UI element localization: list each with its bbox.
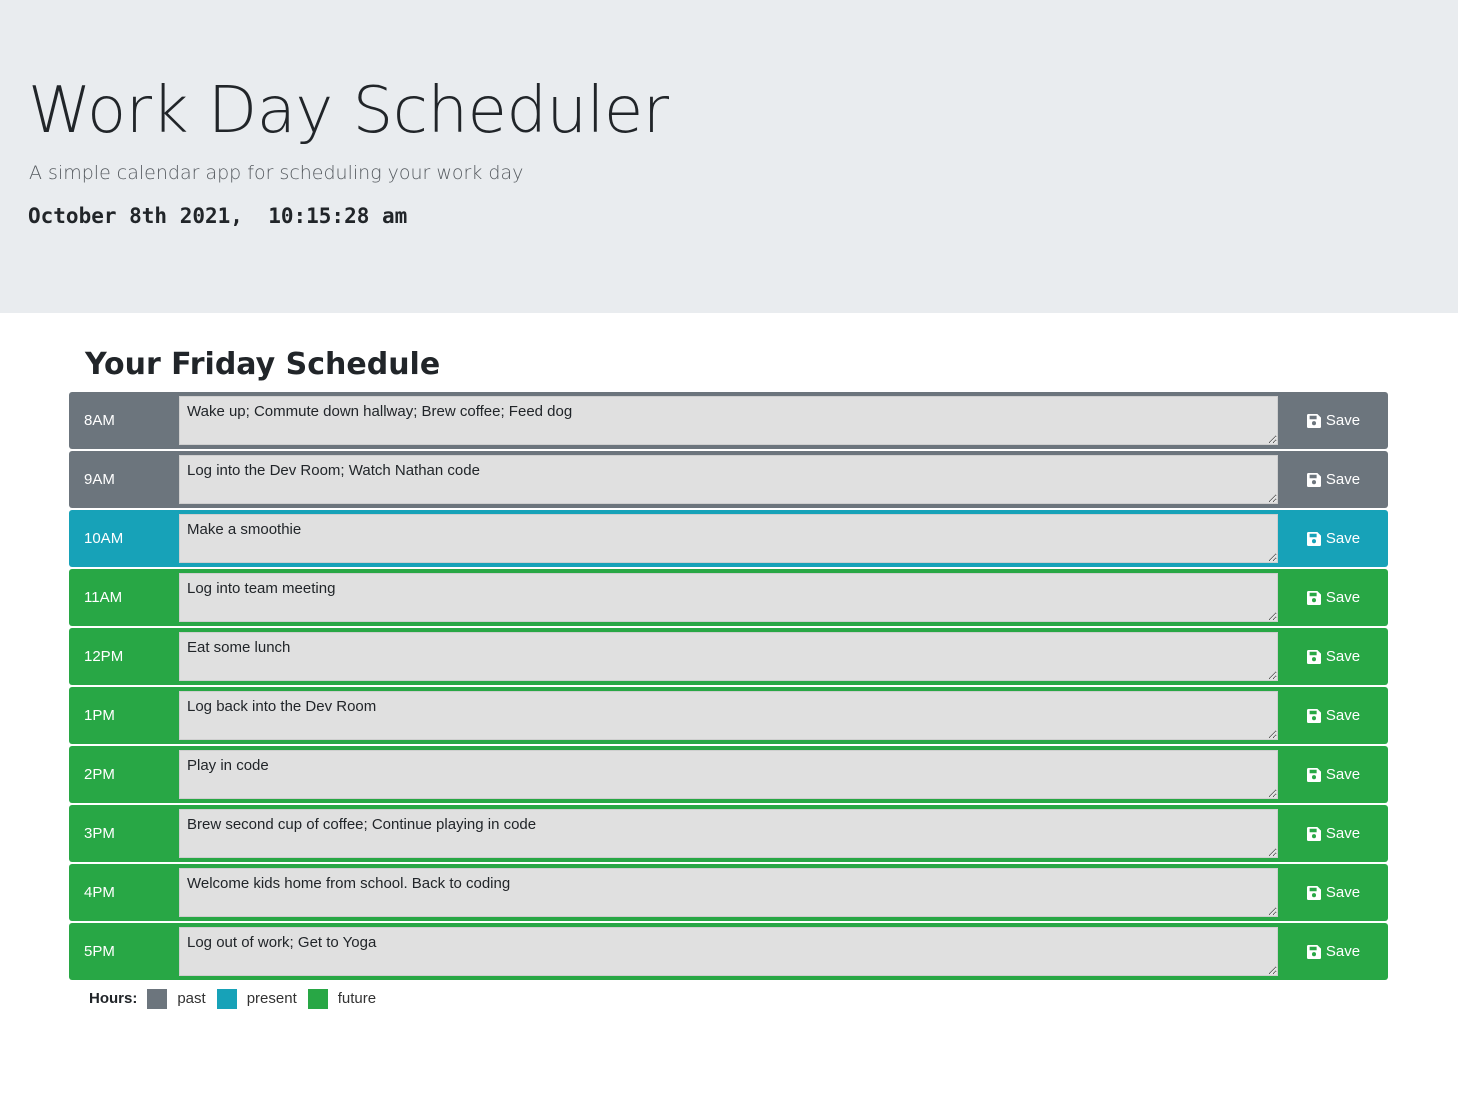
- legend-swatch-past: [147, 988, 168, 1009]
- save-button[interactable]: Save: [1279, 687, 1388, 744]
- save-button[interactable]: Save: [1279, 746, 1388, 803]
- time-block: 1PM Log back into the Dev Room Save: [69, 687, 1388, 744]
- hour-label: 2PM: [84, 766, 115, 783]
- save-button[interactable]: Save: [1279, 510, 1388, 567]
- hours-legend: Hours: past present future: [89, 988, 387, 1009]
- time-block: 9AM Log into the Dev Room; Watch Nathan c…: [69, 451, 1388, 508]
- description-textarea[interactable]: Log into the Dev Room; Watch Nathan code: [179, 455, 1278, 504]
- floppy-disk-icon: [1306, 413, 1321, 428]
- time-block: 5PM Log out of work; Get to Yoga Save: [69, 923, 1388, 980]
- time-block: 4PM Welcome kids home from school. Back t…: [69, 864, 1388, 921]
- header-jumbotron: Work Day Scheduler A simple calendar app…: [0, 0, 1458, 313]
- time-block: 3PM Brew second cup of coffee; Continue p…: [69, 805, 1388, 862]
- description-textarea[interactable]: Play in code: [179, 750, 1278, 799]
- save-button[interactable]: Save: [1279, 864, 1388, 921]
- floppy-disk-icon: [1306, 649, 1321, 664]
- save-button-label: Save: [1325, 648, 1361, 665]
- save-button-label: Save: [1325, 530, 1361, 547]
- save-button[interactable]: Save: [1279, 392, 1388, 449]
- save-button-label: Save: [1325, 766, 1361, 783]
- current-datetime: October 8th 2021, 10:15:28 am: [28, 204, 408, 228]
- description-textarea[interactable]: Wake up; Commute down hallway; Brew coff…: [179, 396, 1278, 445]
- save-button-label: Save: [1325, 707, 1361, 724]
- description-textarea[interactable]: Log out of work; Get to Yoga: [179, 927, 1278, 976]
- floppy-disk-icon: [1306, 590, 1321, 605]
- schedule-rows: 8AM Wake up; Commute down hallway; Brew c…: [69, 392, 1388, 982]
- hour-label: 3PM: [84, 825, 115, 842]
- legend-swatch-future: [307, 988, 328, 1009]
- save-button-label: Save: [1325, 589, 1361, 606]
- description-textarea[interactable]: Welcome kids home from school. Back to c…: [179, 868, 1278, 917]
- legend-label-past: past: [177, 990, 206, 1007]
- hour-label: 4PM: [84, 884, 115, 901]
- floppy-disk-icon: [1306, 944, 1321, 959]
- floppy-disk-icon: [1306, 708, 1321, 723]
- floppy-disk-icon: [1306, 826, 1321, 841]
- hour-label: 9AM: [84, 471, 115, 488]
- description-textarea[interactable]: Make a smoothie: [179, 514, 1278, 563]
- save-button-label: Save: [1325, 825, 1361, 842]
- legend-swatch-present: [216, 988, 237, 1009]
- hour-label: 8AM: [84, 412, 115, 429]
- floppy-disk-icon: [1306, 472, 1321, 487]
- description-textarea[interactable]: Eat some lunch: [179, 632, 1278, 681]
- save-button[interactable]: Save: [1279, 805, 1388, 862]
- save-button[interactable]: Save: [1279, 451, 1388, 508]
- floppy-disk-icon: [1306, 531, 1321, 546]
- save-button[interactable]: Save: [1279, 569, 1388, 626]
- save-button-label: Save: [1325, 412, 1361, 429]
- hour-label: 11AM: [84, 589, 123, 606]
- floppy-disk-icon: [1306, 885, 1321, 900]
- legend-label-future: future: [337, 990, 377, 1007]
- app-title: Work Day Scheduler: [28, 74, 669, 148]
- hour-label: 1PM: [84, 707, 115, 724]
- floppy-disk-icon: [1306, 767, 1321, 782]
- description-textarea[interactable]: Log into team meeting: [179, 573, 1278, 622]
- time-block: 11AM Log into team meeting Save: [69, 569, 1388, 626]
- save-button-label: Save: [1325, 884, 1361, 901]
- schedule-heading: Your Friday Schedule: [85, 347, 441, 382]
- save-button[interactable]: Save: [1279, 628, 1388, 685]
- time-block: 12PM Eat some lunch Save: [69, 628, 1388, 685]
- time-block: 2PM Play in code Save: [69, 746, 1388, 803]
- save-button-label: Save: [1325, 471, 1361, 488]
- description-textarea[interactable]: Brew second cup of coffee; Continue play…: [179, 809, 1278, 858]
- time-block: 8AM Wake up; Commute down hallway; Brew c…: [69, 392, 1388, 449]
- hour-label: 10AM: [84, 530, 124, 547]
- description-textarea[interactable]: Log back into the Dev Room: [179, 691, 1278, 740]
- save-button-label: Save: [1325, 943, 1361, 960]
- save-button[interactable]: Save: [1279, 923, 1388, 980]
- hour-label: 5PM: [84, 943, 115, 960]
- legend-title: Hours:: [89, 990, 138, 1007]
- time-block: 10AM Make a smoothie Save: [69, 510, 1388, 567]
- app-subtitle: A simple calendar app for scheduling you…: [29, 162, 524, 184]
- legend-label-present: present: [246, 990, 297, 1007]
- hour-label: 12PM: [84, 648, 124, 665]
